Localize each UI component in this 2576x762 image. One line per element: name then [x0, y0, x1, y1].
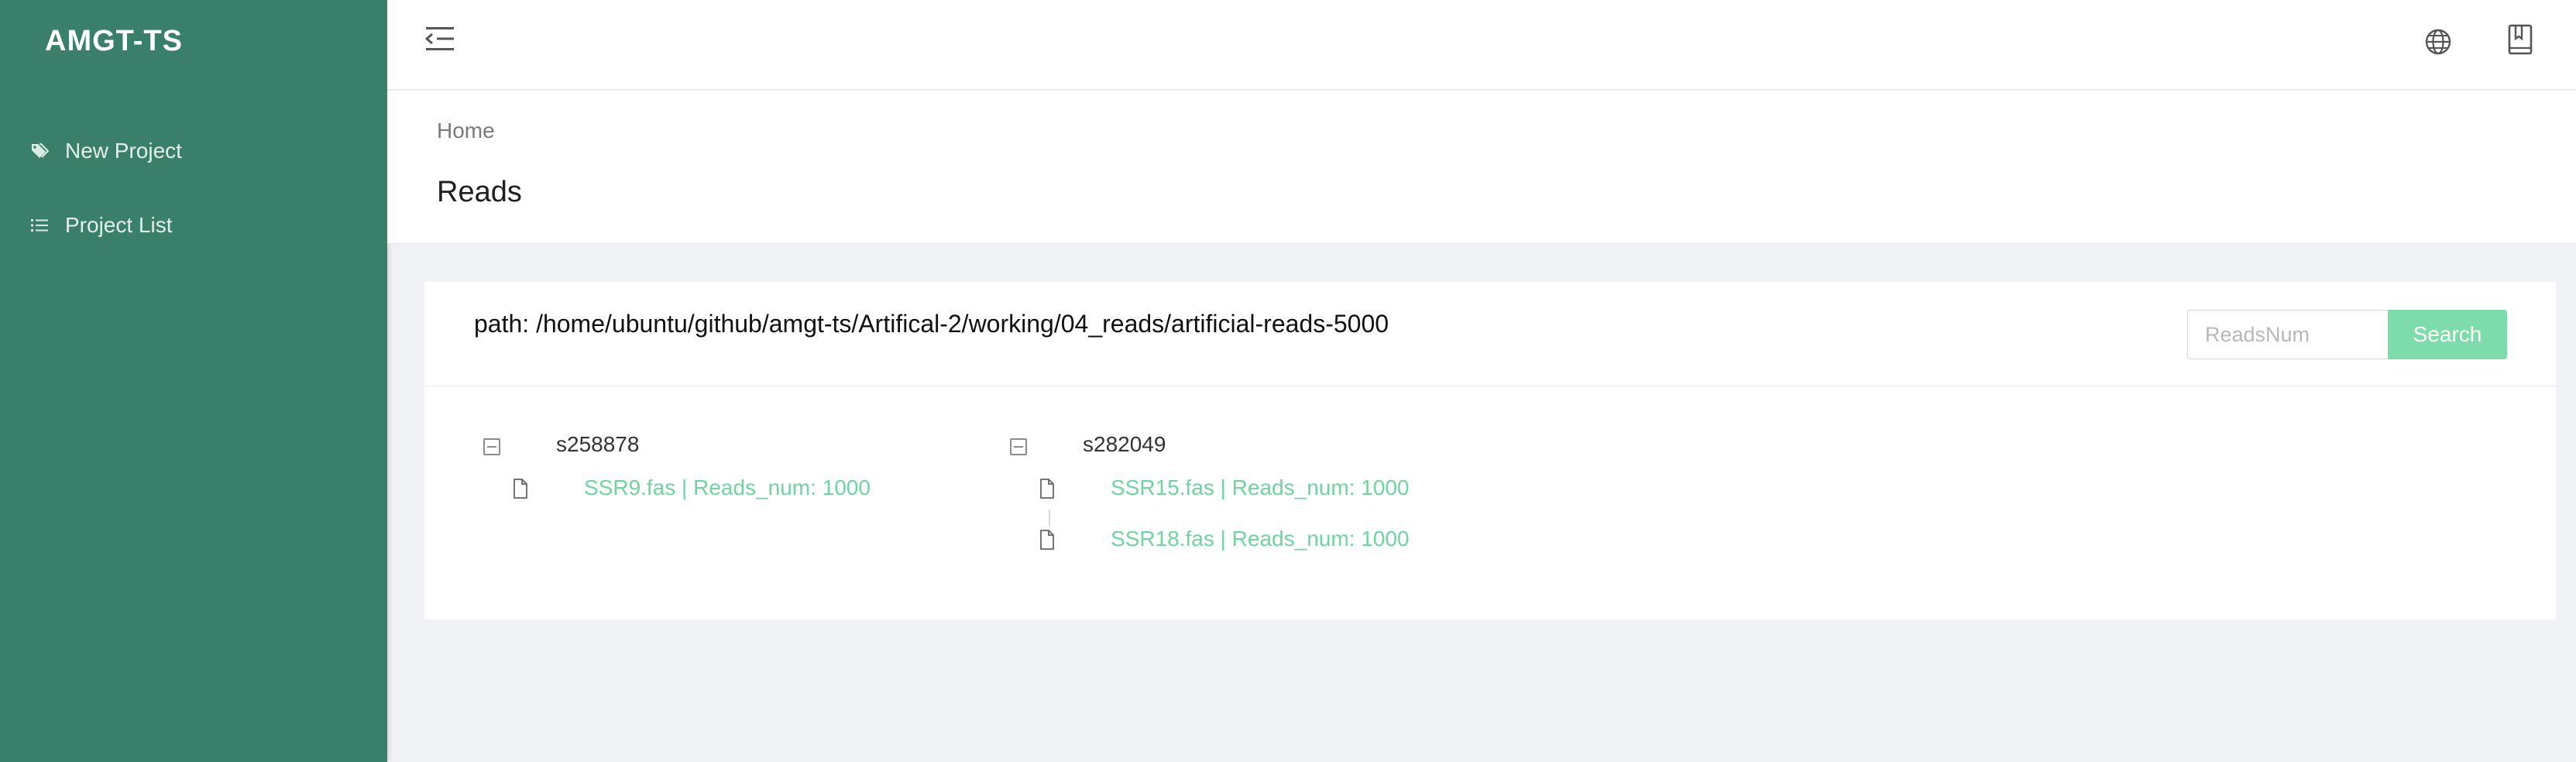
collapse-toggle-icon[interactable] — [483, 438, 500, 455]
tree-node-group: s258878 SSR9.fas | Reads_num: 1000 — [483, 432, 948, 587]
book-icon[interactable] — [2506, 23, 2534, 56]
tree-node-label[interactable]: s258878 — [556, 432, 639, 457]
reads-card: path: /home/ubuntu/github/amgt-ts/Artifi… — [424, 282, 2556, 620]
collapse-toggle-icon[interactable] — [1010, 438, 1027, 455]
sidebar-item-label: New Project — [65, 139, 182, 163]
tree-leaf-file[interactable]: SSR9.fas | Reads_num: 1000 — [584, 475, 871, 500]
menu-fold-icon[interactable] — [424, 25, 459, 56]
file-icon — [1039, 530, 1056, 551]
globe-icon[interactable] — [2423, 26, 2454, 57]
card-header: path: /home/ubuntu/github/amgt-ts/Artifi… — [424, 282, 2556, 386]
app-logo-title[interactable]: AMGT-TS — [45, 25, 183, 58]
page-title: Reads — [437, 176, 522, 208]
top-bar — [387, 0, 2576, 90]
sidebar-item-label: Project List — [65, 213, 173, 237]
search-button[interactable]: Search — [2388, 310, 2507, 359]
file-icon — [1039, 479, 1056, 500]
tree-node-label[interactable]: s282049 — [1083, 432, 1166, 457]
sidebar-item-new-project[interactable]: New Project — [29, 132, 182, 170]
reads-path: path: /home/ubuntu/github/amgt-ts/Artifi… — [474, 310, 1389, 338]
reads-num-input[interactable] — [2187, 310, 2389, 359]
sidebar-item-project-list[interactable]: Project List — [29, 206, 173, 245]
tags-icon — [29, 141, 50, 161]
tree-leaf-file[interactable]: SSR18.fas | Reads_num: 1000 — [1111, 527, 1410, 551]
list-icon — [29, 215, 50, 235]
tree-leaf-file[interactable]: SSR15.fas | Reads_num: 1000 — [1111, 475, 1410, 500]
page-header: Home Reads — [387, 91, 2576, 244]
sidebar: AMGT-TS New Project Project List — [0, 0, 387, 762]
tree-connector-line — [1049, 510, 1050, 527]
file-icon — [513, 479, 530, 500]
breadcrumb-home[interactable]: Home — [437, 118, 495, 143]
tree-node-group: s282049 SSR15.fas | Reads_num: 1000 SSR1… — [1010, 432, 1475, 587]
